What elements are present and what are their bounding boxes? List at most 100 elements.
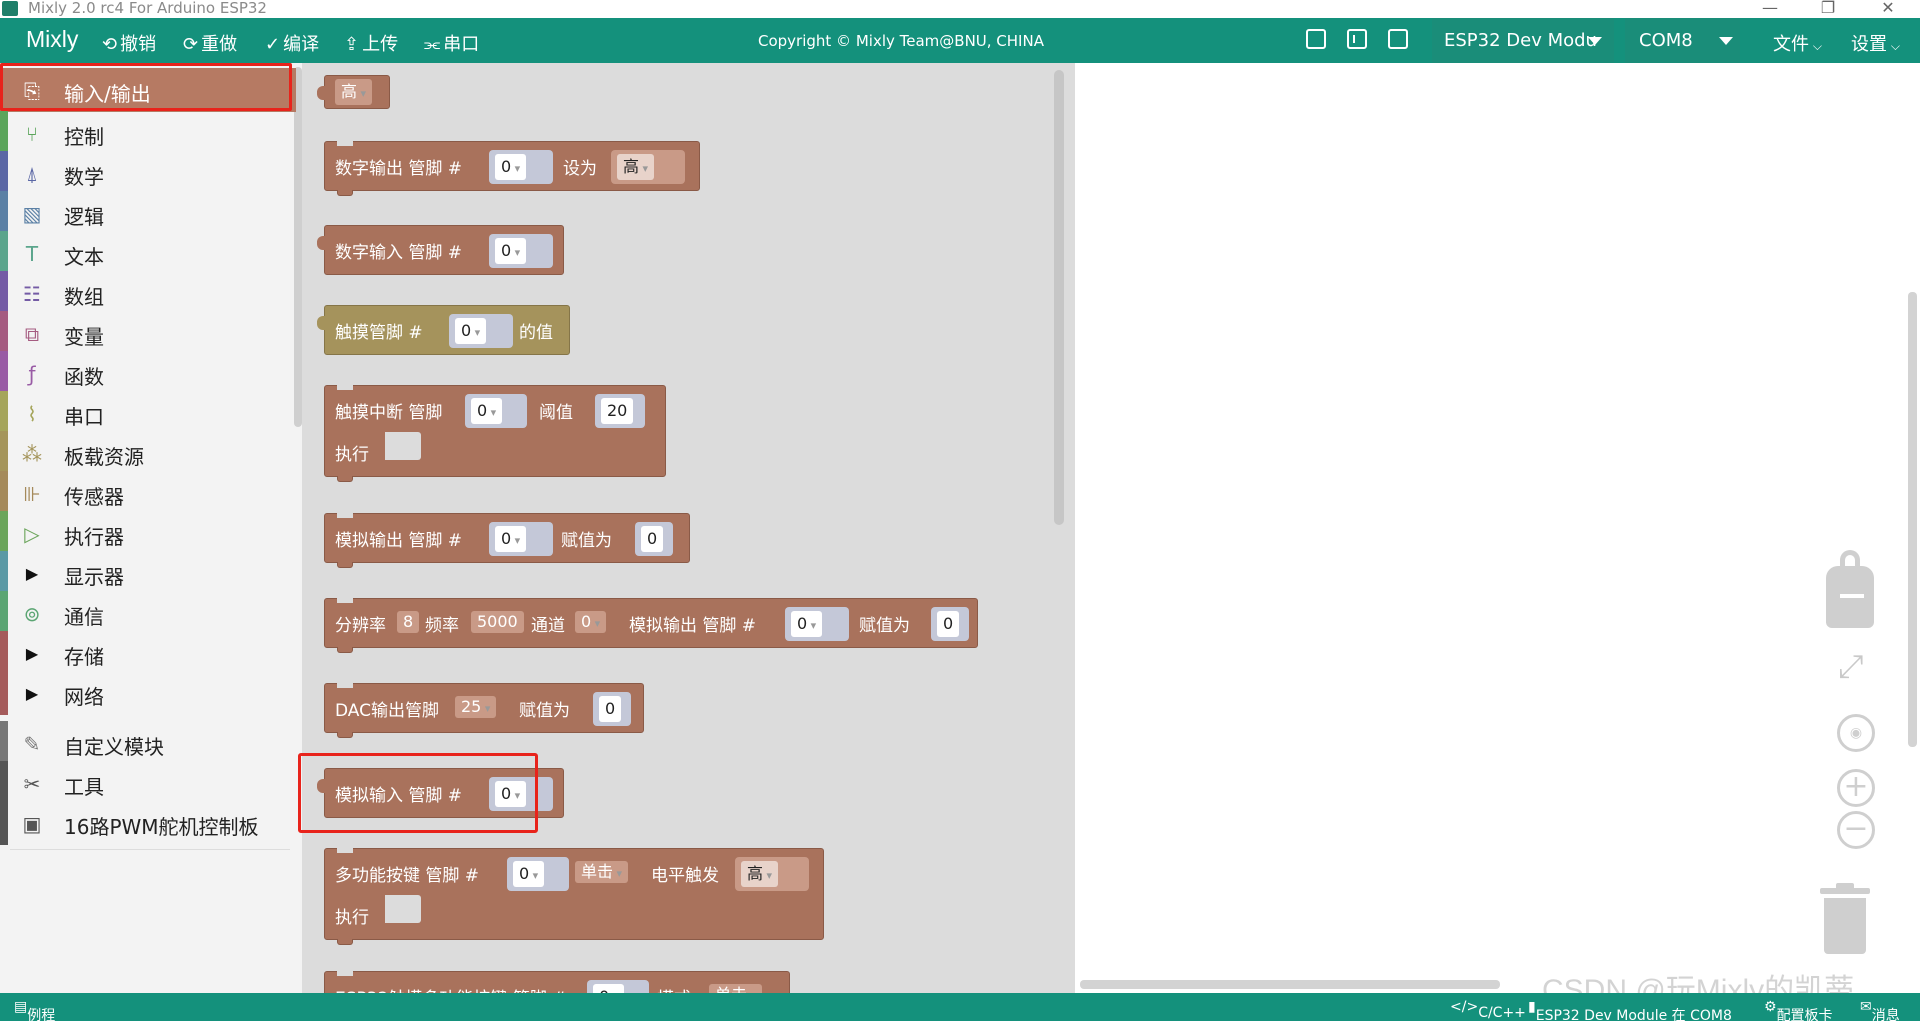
sidebar-item-13[interactable]: ⊚ 通信 xyxy=(0,591,296,635)
layout-bottom-icon[interactable] xyxy=(1306,29,1326,49)
threshold-input[interactable]: 20 xyxy=(601,398,634,424)
port-select-value: COM8 xyxy=(1639,30,1693,51)
block-text: DAC输出管脚 xyxy=(335,701,439,721)
level-slot: 高 xyxy=(735,857,809,891)
sidebar-item-5[interactable]: ☷ 数组 xyxy=(0,271,296,315)
check-icon: ✓ xyxy=(265,34,281,55)
level-dropdown[interactable]: 高 xyxy=(617,154,655,180)
sidebar-item-9[interactable]: ⁂ 板载资源 xyxy=(0,431,296,475)
category-color-bar xyxy=(0,351,8,395)
frequency-input[interactable]: 5000 xyxy=(471,611,524,633)
backpack-icon[interactable] xyxy=(1826,550,1874,628)
pin-slot: 0 xyxy=(449,314,513,348)
brand-logo[interactable]: Mixly xyxy=(26,26,78,53)
port-select[interactable]: COM8 xyxy=(1625,18,1740,63)
block-analog-write[interactable]: 模拟输出 管脚 # 0 赋值为 0 xyxy=(324,513,690,568)
block-text: 电平触发 xyxy=(651,866,719,886)
pin-dropdown[interactable]: 0 xyxy=(455,318,487,344)
value-input[interactable]: 0 xyxy=(937,611,960,637)
function-icon: ƒ xyxy=(28,362,36,386)
settings-menu[interactable]: 设置 ⌵ xyxy=(1851,30,1900,56)
zoom-in-icon[interactable]: + xyxy=(1837,769,1875,807)
pin-dropdown[interactable]: 0 xyxy=(471,398,503,424)
block-ledc-analog-write[interactable]: 分辨率 8 频率 5000 通道 0 模拟输出 管脚 # 0 赋值为 0 xyxy=(324,598,978,653)
workspace-vertical-scrollbar[interactable] xyxy=(1908,292,1917,747)
block-level-value[interactable]: 高 xyxy=(317,75,390,109)
pin-dropdown[interactable]: 0 xyxy=(495,238,527,264)
statement-input[interactable] xyxy=(385,432,421,460)
board-status-label: ESP32 Dev Module 在 COM8 xyxy=(1535,1008,1732,1024)
recenter-icon[interactable]: ◉ xyxy=(1837,714,1875,752)
sidebar-item-14[interactable]: ▶ 存储 xyxy=(0,631,296,675)
block-text: 赋值为 xyxy=(519,701,570,721)
sidebar-item-12[interactable]: ▶ 显示器 xyxy=(0,551,296,595)
level-dropdown[interactable]: 高 xyxy=(741,861,779,887)
sidebar-item-11[interactable]: ▷ 执行器 xyxy=(0,511,296,555)
sidebar-item-17[interactable]: ✂ 工具 xyxy=(0,761,296,805)
layout-left-icon[interactable] xyxy=(1347,29,1367,49)
redo-icon: ⟳ xyxy=(183,34,199,55)
config-board-button[interactable]: ⚙ 配置板卡 xyxy=(1764,999,1833,1024)
value-input[interactable]: 0 xyxy=(599,696,622,722)
sidebar-item-6[interactable]: ⧉ 变量 xyxy=(0,311,296,355)
block-digital-write[interactable]: 数字输出 管脚 # 0 设为 高 xyxy=(324,141,700,196)
variable-icon: ⧉ xyxy=(24,322,40,346)
undo-button[interactable]: ⟲ 撤销 xyxy=(102,30,156,56)
sidebar-item-label: 执行器 xyxy=(64,525,124,549)
zoom-out-icon[interactable]: − xyxy=(1837,811,1875,849)
sidebar-item-8[interactable]: ⌇ 串口 xyxy=(0,391,296,435)
sidebar-item-18[interactable]: ▣ 16路PWM舵机控制板 xyxy=(0,801,296,845)
workspace-canvas[interactable] xyxy=(1075,63,1920,993)
board-status: ▮ ESP32 Dev Module 在 COM8 xyxy=(1528,999,1732,1024)
workspace-horizontal-scrollbar[interactable] xyxy=(1080,980,1500,989)
serial-label: 串口 xyxy=(443,34,480,55)
block-text: 模拟输出 管脚 # xyxy=(335,531,463,551)
resolution-input[interactable]: 8 xyxy=(397,611,420,633)
file-menu[interactable]: 文件 ⌵ xyxy=(1773,30,1822,56)
redo-button[interactable]: ⟳ 重做 xyxy=(183,30,237,56)
value-input[interactable]: 0 xyxy=(641,526,664,552)
maximize-button[interactable]: ❐ xyxy=(1818,0,1838,17)
block-dac-write[interactable]: DAC输出管脚 25 赋值为 0 xyxy=(324,683,644,738)
block-touch-read[interactable]: 触摸管脚 # 0 的值 xyxy=(317,305,570,355)
board-select[interactable]: ESP32 Dev Modu xyxy=(1432,18,1614,63)
code-view-icon[interactable] xyxy=(1388,29,1408,49)
block-text: 赋值为 xyxy=(859,616,910,636)
category-color-bar xyxy=(0,631,8,675)
block-touch-interrupt[interactable]: 触摸中断 管脚 0 阈值 20 执行 xyxy=(324,385,666,482)
flyout-scrollbar[interactable] xyxy=(1054,70,1064,525)
antenna-icon: ⊚ xyxy=(23,602,41,626)
statement-input[interactable] xyxy=(385,895,421,923)
sidebar-item-1[interactable]: ⑂ 控制 xyxy=(0,111,296,155)
language-indicator[interactable]: </> C/C++ xyxy=(1450,999,1526,1021)
minimize-button[interactable]: — xyxy=(1760,0,1780,17)
sidebar-item-4[interactable]: T 文本 xyxy=(0,231,296,275)
pin-dropdown[interactable]: 0 xyxy=(513,861,545,887)
notch xyxy=(337,513,353,518)
category-color-bar xyxy=(0,311,8,355)
sidebar-item-7[interactable]: ƒ 函数 xyxy=(0,351,296,395)
dac-pin-dropdown[interactable]: 25 xyxy=(455,696,497,718)
block-digital-read[interactable]: 数字输入 管脚 # 0 xyxy=(317,225,564,275)
sidebar-item-16[interactable]: ✎ 自定义模块 xyxy=(0,721,296,765)
serial-button[interactable]: ⫘ 串口 xyxy=(424,30,479,56)
pin-dropdown[interactable]: 0 xyxy=(495,526,527,552)
sidebar-item-2[interactable]: ⍋ 数学 xyxy=(0,151,296,195)
trash-icon[interactable] xyxy=(1820,883,1870,954)
block-multi-button[interactable]: 多功能按键 管脚 # 0 单击 电平触发 高 执行 xyxy=(324,848,824,945)
fullscreen-icon[interactable]: ⤢ xyxy=(1838,650,1864,682)
examples-button[interactable]: ▤ 例程 xyxy=(14,999,55,1024)
compile-button[interactable]: ✓ 编译 xyxy=(265,30,319,56)
sidebar-item-3[interactable]: ▧ 逻辑 xyxy=(0,191,296,235)
close-button[interactable]: ✕ xyxy=(1878,0,1898,17)
messages-button[interactable]: ✉ 消息 xyxy=(1860,999,1900,1024)
pin-dropdown[interactable]: 0 xyxy=(791,611,823,637)
sidebar-item-15[interactable]: ▶ 网络 xyxy=(0,671,296,715)
pin-dropdown[interactable]: 0 xyxy=(495,154,527,180)
channel-dropdown[interactable]: 0 xyxy=(575,611,607,633)
click-mode-dropdown[interactable]: 单击 xyxy=(575,861,629,883)
sidebar-item-10[interactable]: ⊪ 传感器 xyxy=(0,471,296,515)
level-dropdown[interactable]: 高 xyxy=(335,79,373,105)
block-text: 执行 xyxy=(335,445,369,465)
upload-button[interactable]: ⇪ 上传 xyxy=(344,30,398,56)
